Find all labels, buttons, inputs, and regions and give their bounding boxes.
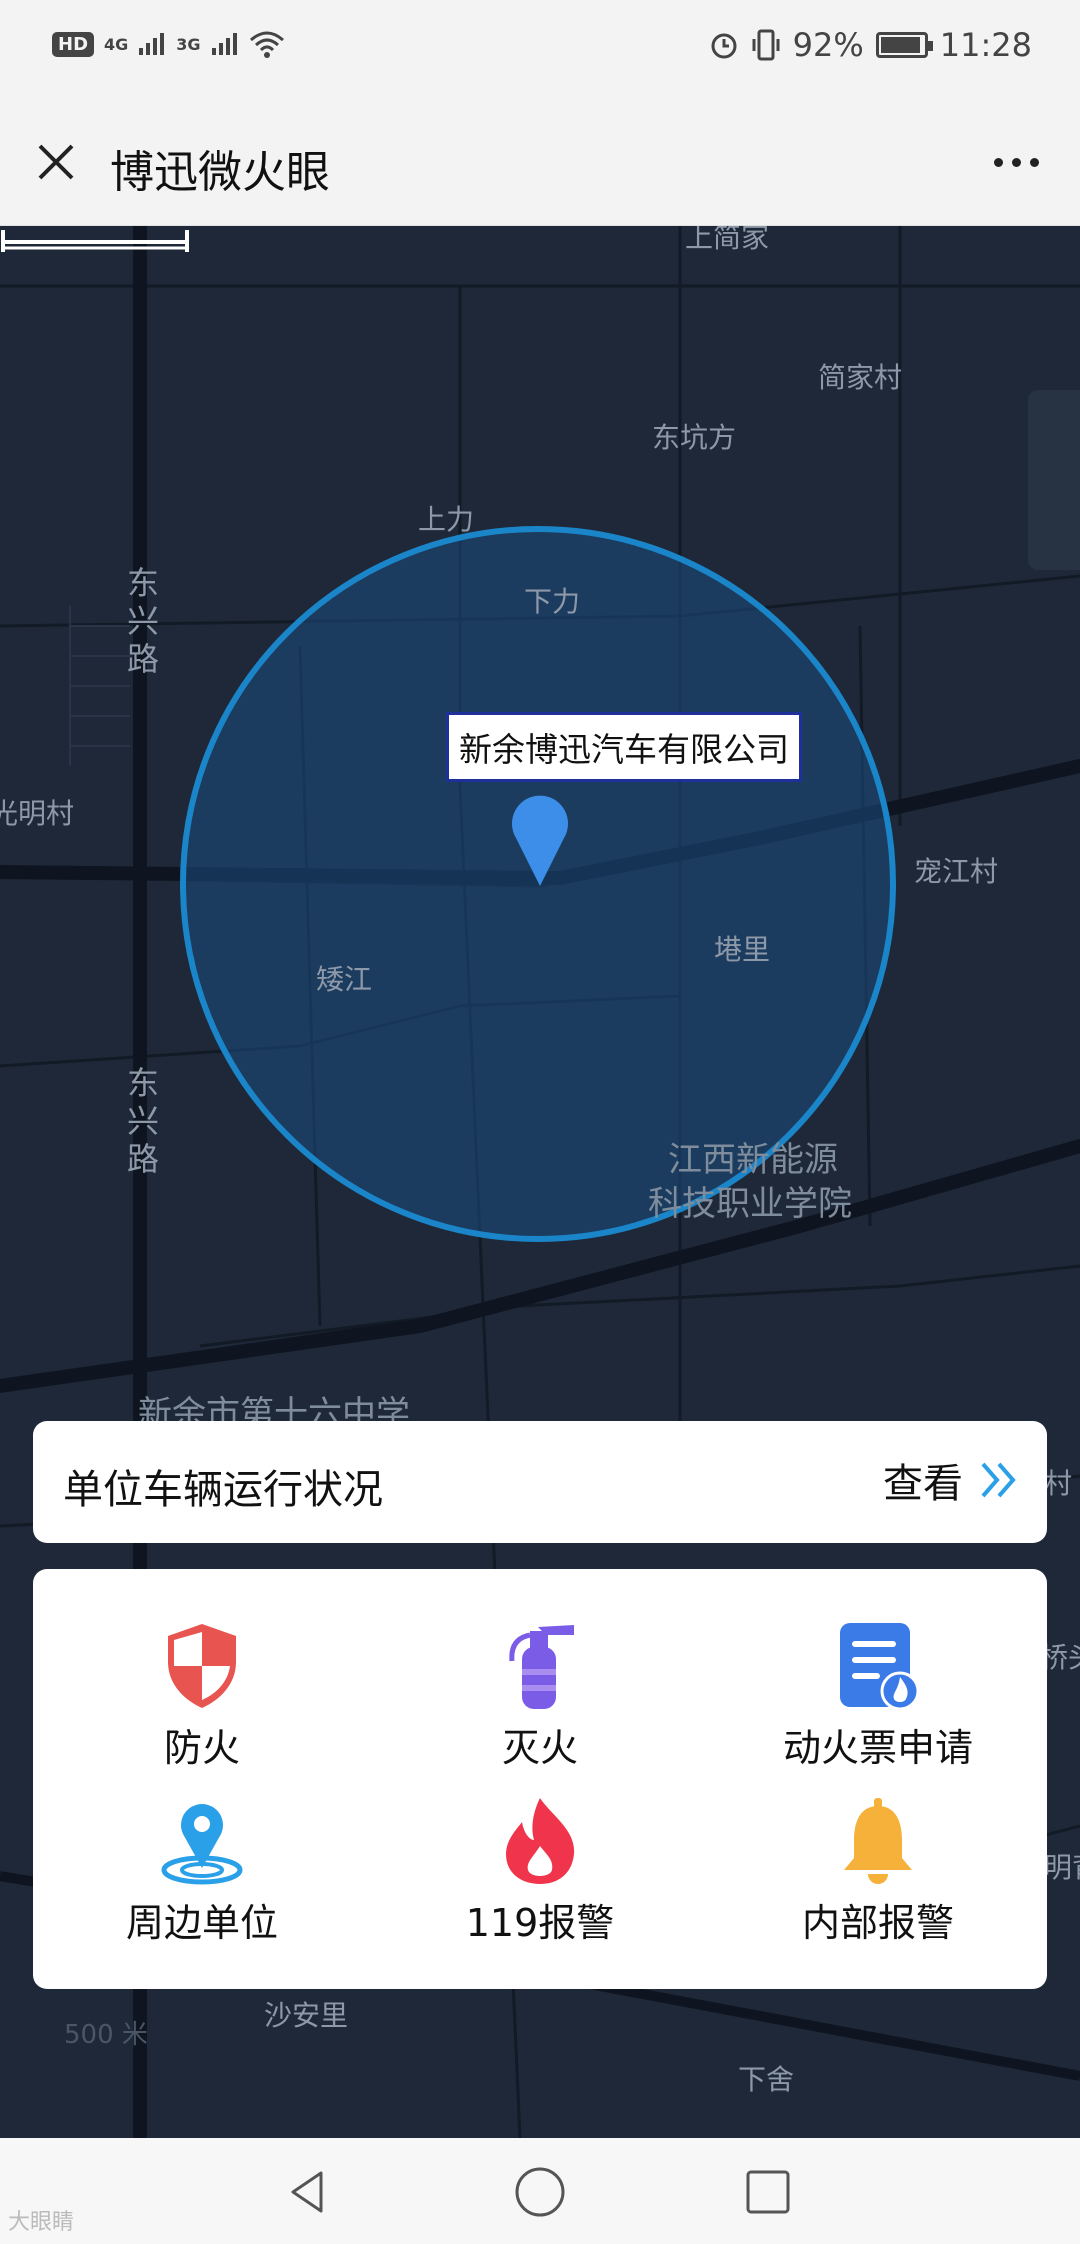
signal-4g-label: 4G (104, 34, 129, 54)
watermark: 大眼睛 (8, 2210, 75, 2235)
map-label: 江西新能源 (668, 1140, 838, 1180)
map-label: 东兴路 (122, 1066, 160, 1180)
action-119-alarm[interactable]: 119报警 (371, 1784, 709, 1959)
map-pin-icon[interactable] (510, 790, 570, 886)
more-options-button[interactable] (976, 130, 1056, 194)
close-button[interactable] (24, 130, 88, 194)
map-label: 矮江 (316, 963, 373, 996)
double-chevron-right-icon (981, 1462, 1016, 1498)
more-dot (1011, 157, 1021, 167)
flame-icon (495, 1796, 585, 1886)
action-fire-prevention[interactable]: 防火 (33, 1609, 371, 1784)
company-location-label[interactable]: 新余博迅汽车有限公司 (446, 712, 802, 782)
view-label: 查看 (883, 1461, 963, 1507)
map-scale-label: 500 米 (64, 2020, 148, 2050)
map-scale-bar (1, 230, 189, 252)
home-circle-icon (515, 2167, 565, 2217)
bell-icon (833, 1796, 923, 1886)
map-side-control[interactable] (1028, 390, 1080, 570)
map-label: 下舍 (738, 2063, 795, 2096)
status-bar-right: 92% 11:28 (709, 26, 1032, 64)
location-pin-icon (157, 1796, 247, 1886)
map-label: 东坑方 (652, 421, 737, 454)
shield-icon (157, 1621, 247, 1711)
hd-badge: HD (52, 31, 95, 57)
map-label: 上力 (418, 503, 475, 536)
page-title: 博迅微火眼 (110, 147, 330, 198)
status-bar: HD 4G 3G 92% 11:28 (0, 0, 1080, 100)
system-nav-bar (0, 2138, 1080, 2244)
action-fire-extinguish[interactable]: 灭火 (371, 1609, 709, 1784)
battery-percent: 92% (792, 26, 864, 64)
action-label: 119报警 (465, 1901, 615, 1945)
map-label: 村 (1044, 1467, 1073, 1500)
map-label: 上简家 (685, 226, 770, 254)
map-label: 简家村 (818, 361, 903, 394)
header: 博迅微火眼 (0, 100, 1080, 226)
map-label: 科技职业学院 (648, 1184, 852, 1224)
vibrate-icon (752, 29, 780, 61)
signal-3g-label: 3G (176, 34, 201, 54)
action-label: 灭火 (501, 1726, 578, 1770)
signal-strength-icon (211, 33, 237, 55)
clock-time: 11:28 (939, 26, 1032, 64)
back-triangle-icon (291, 2171, 323, 2213)
map-label: 宠江村 (914, 855, 999, 888)
close-icon (38, 144, 74, 180)
recents-square-icon (746, 2170, 790, 2214)
map-label: 东兴路 (122, 566, 160, 680)
wifi-icon (249, 31, 284, 58)
nav-home-button[interactable] (508, 2160, 572, 2224)
actions-panel: 防火 灭火 动火票申请 周边单位 119报警 内部报警 (33, 1569, 1047, 1989)
status-bar-left: HD 4G 3G (52, 30, 285, 58)
map-label: 下力 (524, 585, 581, 618)
action-label: 防火 (163, 1726, 240, 1770)
more-dot (993, 157, 1003, 167)
action-label: 周边单位 (125, 1901, 278, 1945)
alarm-clock-icon (711, 33, 737, 59)
fire-extinguisher-icon (495, 1621, 585, 1711)
action-label: 动火票申请 (782, 1726, 973, 1770)
battery-icon (875, 32, 933, 58)
battery-level-fill (880, 37, 920, 53)
map-label: 沙安里 (264, 1999, 349, 2032)
action-internal-alarm[interactable]: 内部报警 (709, 1784, 1047, 1959)
map-label: 光明村 (0, 797, 75, 830)
more-dot (1029, 157, 1039, 167)
action-nearby-units[interactable]: 周边单位 (33, 1784, 371, 1959)
nav-back-button[interactable] (276, 2160, 340, 2224)
map-label: 明背 (1044, 1851, 1080, 1884)
vehicle-status-title: 单位车辆运行状况 (63, 1467, 383, 1513)
vehicle-status-card[interactable]: 单位车辆运行状况 查看 (33, 1421, 1047, 1543)
action-label: 内部报警 (801, 1901, 954, 1945)
action-hot-work-permit[interactable]: 动火票申请 (709, 1609, 1047, 1784)
map-label: 塂里 (714, 933, 771, 966)
view-button[interactable]: 查看 (883, 1451, 1021, 1509)
nav-recents-button[interactable] (736, 2160, 800, 2224)
signal-strength-icon (139, 33, 165, 55)
permit-document-icon (833, 1621, 923, 1711)
